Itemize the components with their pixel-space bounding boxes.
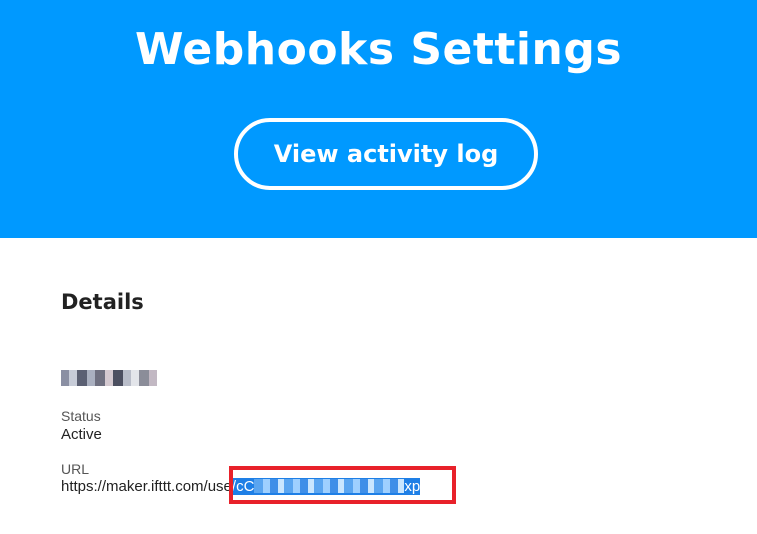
highlight-box bbox=[229, 466, 456, 504]
redacted-account-name bbox=[61, 370, 157, 386]
view-activity-log-button[interactable]: View activity log bbox=[234, 118, 538, 190]
details-heading: Details bbox=[61, 290, 144, 314]
status-label: Status bbox=[61, 408, 101, 424]
page-title: Webhooks Settings bbox=[134, 24, 623, 75]
status-value: Active bbox=[61, 426, 102, 443]
header-banner: Webhooks Settings View activity log bbox=[0, 0, 757, 238]
url-label: URL bbox=[61, 461, 90, 477]
url-prefix: https://maker.ifttt.com/use bbox=[61, 478, 232, 495]
